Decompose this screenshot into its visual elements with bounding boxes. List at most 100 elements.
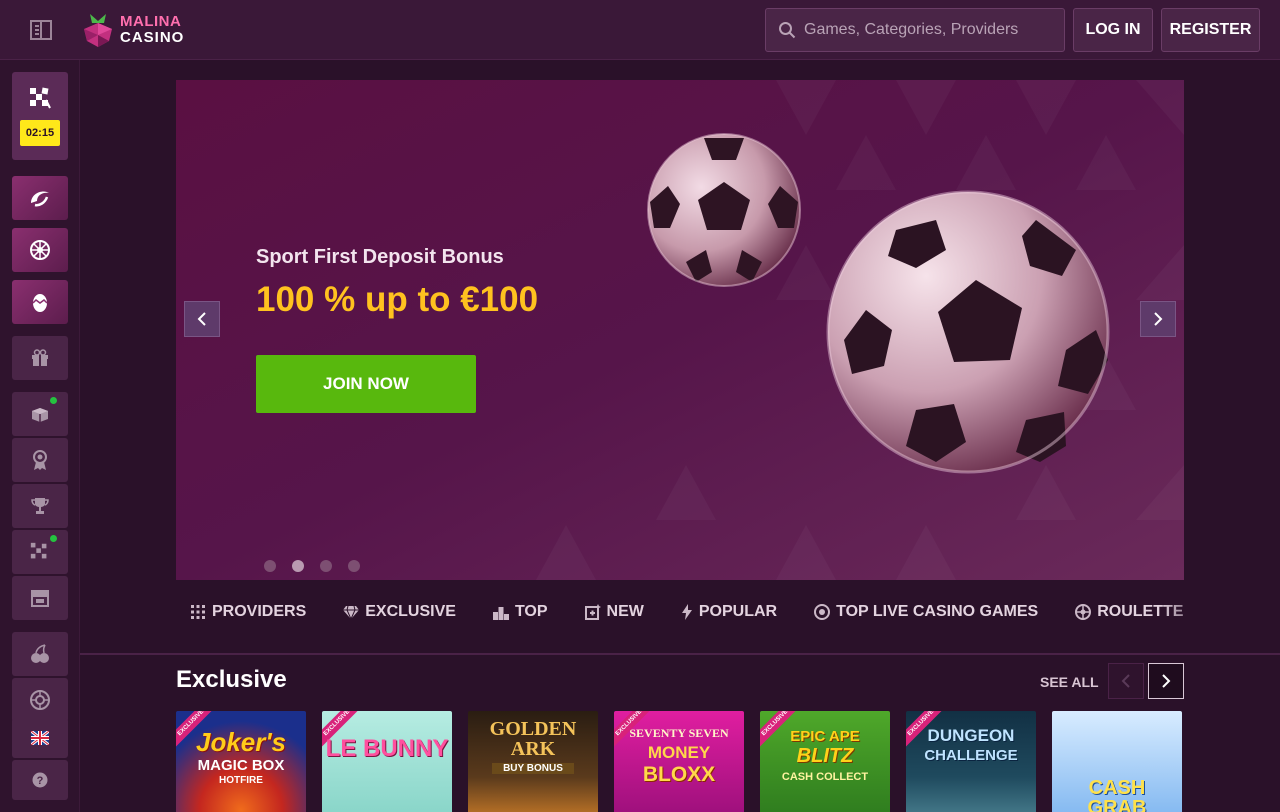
login-button[interactable]: LOG IN [1073,8,1153,52]
game-title: GOLDEN ARK [489,718,577,760]
easter-egg-icon [32,294,48,312]
soccer-ball-small-image [647,133,801,287]
category-label: NEW [606,603,644,620]
category-new[interactable]: NEW [584,603,644,621]
sidebar-item-sports[interactable]: 02:15 [12,72,68,160]
promotions-icon [32,408,48,422]
carousel-dot[interactable] [264,560,276,572]
game-tile[interactable]: EXCLUSIVE Joker's MAGIC BOX HOTFIRE [176,711,306,812]
left-sidebar: 02:15 ? [0,60,80,812]
carousel-dot[interactable] [348,560,360,572]
carousel-dot[interactable] [320,560,332,572]
category-top-live-casino[interactable]: TOP LIVE CASINO GAMES [814,603,1038,621]
sidebar-item-promotions[interactable] [12,392,68,436]
sport-events-notification-dot [50,535,57,542]
game-title: LE BUNNY [325,735,449,762]
category-bar: PROVIDERS EXCLUSIVE TOP NEW POPULAR TOP … [176,592,1280,632]
tournaments-icon [31,498,49,514]
category-label: TOP LIVE CASINO GAMES [836,603,1039,620]
game-tile[interactable]: EXCLUSIVE EPIC APE BLITZ CASH COLLECT [760,711,890,812]
game-extra: BLOXX [642,763,716,786]
sport-timer: 02:15 [20,120,60,146]
game-title: Joker's [195,727,287,757]
logo[interactable]: MALINA CASINO [82,11,184,49]
see-all-link[interactable]: SEE ALL [1040,674,1099,690]
sidebar-item-shop[interactable] [12,576,68,620]
uk-flag-icon [31,731,49,745]
chevron-right-icon [1162,674,1171,688]
chevron-left-icon [1121,674,1130,688]
chevron-right-icon [1154,312,1163,326]
game-tile[interactable]: EXCLUSIVE LE BUNNY [322,711,452,812]
shop-icon [31,590,49,607]
game-subtitle: GRAB [1087,797,1147,812]
sidebar-item-tournaments[interactable] [12,484,68,528]
join-now-button[interactable]: JOIN NOW [256,355,476,413]
help-icon: ? [32,772,48,788]
top-header: MALINA CASINO LOG IN REGISTER [0,0,1280,60]
diamond-icon [343,605,360,619]
game-extra: CASH COLLECT [781,771,869,783]
chevron-left-icon [197,312,206,326]
sidebar-item-help[interactable]: ? [12,760,68,800]
game-subtitle: MONEY [647,743,711,762]
category-label: EXCLUSIVE [365,603,456,620]
search-icon [779,22,796,39]
hero-next-button[interactable] [1140,301,1176,337]
category-popular[interactable]: POPULAR [681,603,777,621]
category-label: PROVIDERS [212,603,307,620]
category-label: TOP [514,603,548,620]
game-subtitle: MAGIC BOX [197,757,285,774]
sidebar-item-sport-events[interactable] [12,530,68,574]
hero-banner[interactable]: Sport First Deposit Bonus 100 % up to €1… [176,80,1184,580]
search-input[interactable] [804,21,1054,39]
game-title: EPIC APE [790,728,860,745]
sidebar-item-casino[interactable] [12,176,68,220]
language-selector[interactable] [12,718,68,758]
category-bar-fade [1160,592,1220,632]
game-extra: HOTFIRE [219,775,263,786]
carousel-indicators [264,560,360,572]
sidebar-item-loyalty[interactable] [12,438,68,482]
grid-icon [191,605,205,619]
sidebar-item-bonuses[interactable] [12,336,68,380]
fruits-icon [31,644,49,663]
sidebar-item-slots[interactable] [12,632,68,676]
game-title: SEVENTY SEVEN [629,726,729,740]
category-providers[interactable]: PROVIDERS [190,603,306,621]
podium-icon [492,607,509,620]
loyalty-icon [33,450,47,470]
logo-text-casino: CASINO [120,29,185,46]
sidebar-toggle-icon[interactable] [28,18,54,42]
casino-icon [31,191,49,207]
game-title: DUNGEON [927,726,1015,745]
category-exclusive[interactable]: EXCLUSIVE [343,603,456,621]
exclusive-games-row: EXCLUSIVE Joker's MAGIC BOX HOTFIRE EXCL… [176,711,1184,812]
game-tile[interactable]: GOLDEN ARK BUY BONUS [468,711,598,812]
search-box[interactable] [765,8,1065,52]
sidebar-item-roulette[interactable] [12,678,68,722]
hero-prev-button[interactable] [184,301,220,337]
new-icon [584,604,601,620]
game-tile[interactable]: EXCLUSIVE SEVENTY SEVEN MONEY BLOXX [614,711,744,812]
main-content: Sport First Deposit Bonus 100 % up to €1… [80,60,1280,812]
section-divider [80,653,1280,655]
carousel-dot-active[interactable] [292,560,304,572]
register-button[interactable]: REGISTER [1161,8,1260,52]
hero-title: 100 % up to €100 [256,280,539,319]
game-tile[interactable]: EXCLUSIVE DUNGEON CHALLENGE [906,711,1036,812]
exclusive-next-button[interactable] [1148,663,1184,699]
raspberry-logo-icon [84,14,112,47]
live-chip-icon [814,604,831,620]
gift-icon [32,349,48,366]
sidebar-item-live-casino[interactable] [12,228,68,272]
roulette-icon [1075,604,1092,620]
exclusive-prev-button[interactable] [1108,663,1144,699]
sports-icon [30,87,51,109]
soccer-ball-large-image [826,190,1110,474]
game-tile[interactable]: CASH GRAB [1052,711,1182,812]
category-label: POPULAR [698,603,778,620]
section-title-exclusive: Exclusive [176,666,287,693]
sidebar-item-easter[interactable] [12,280,68,324]
category-top[interactable]: TOP [492,603,548,621]
